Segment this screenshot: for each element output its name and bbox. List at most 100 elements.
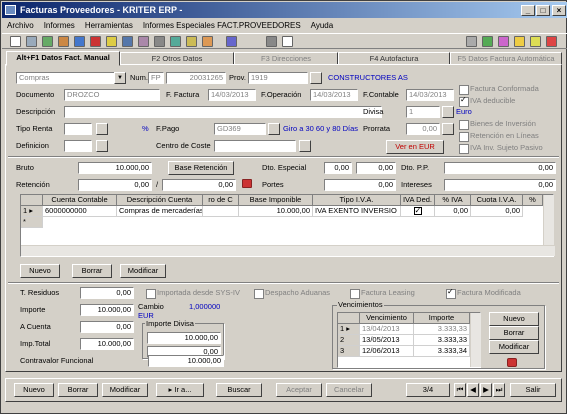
retencion-pct-field[interactable]: 0,00: [78, 179, 152, 191]
venc-row-indicator-1[interactable]: 1 ▸: [338, 324, 360, 335]
new-document-icon[interactable]: [10, 36, 21, 47]
buscar-button[interactable]: Buscar: [216, 383, 262, 397]
fpago-lookup-button[interactable]: [268, 123, 280, 135]
importada-sys-iv-checkbox[interactable]: Importada desde SYS-IV: [146, 288, 240, 299]
factura-conformada-checkbox[interactable]: Factura Conformada: [459, 84, 539, 95]
descripcion-field[interactable]: [64, 106, 382, 118]
col-descripcion-cuenta[interactable]: Descripción Cuenta: [117, 195, 203, 206]
paste-icon[interactable]: [170, 36, 181, 47]
ver-en-eur-button[interactable]: Ver en EUR: [386, 140, 444, 154]
col-cuenta-contable[interactable]: Cuenta Contable: [43, 195, 117, 206]
venc-row-indicator-2[interactable]: 2: [338, 335, 360, 346]
prov-lookup-button[interactable]: [310, 72, 322, 84]
col-tipo-iva[interactable]: Tipo I.V.A.: [313, 195, 401, 206]
num-value-field[interactable]: 20031265: [166, 72, 226, 84]
cell-iva-ded[interactable]: ✓: [401, 206, 435, 217]
venc-borrar-button[interactable]: Borrar: [489, 326, 539, 340]
aceptar-button[interactable]: Aceptar: [276, 383, 322, 397]
importe-field[interactable]: 10.000,00: [80, 304, 134, 316]
contable-date-field[interactable]: 14/03/2013: [406, 89, 454, 101]
cell-base-imponible[interactable]: 10.000,00: [239, 206, 313, 217]
col-ro-de-c[interactable]: ro de C: [203, 195, 239, 206]
nuevo-button[interactable]: Nuevo: [14, 383, 54, 397]
centro-coste-field[interactable]: [214, 140, 296, 152]
menu-informes-especiales[interactable]: Informes Especiales FACT.PROVEEDORES: [138, 18, 306, 33]
exit-icon[interactable]: [546, 36, 557, 47]
venc-fecha-1[interactable]: 13/04/2013: [360, 324, 414, 335]
tag-icon[interactable]: [202, 36, 213, 47]
prorrata-button[interactable]: [442, 123, 454, 135]
find-icon[interactable]: [186, 36, 197, 47]
factura-leasing-checkbox[interactable]: Factura Leasing: [350, 288, 415, 299]
lifebuoy-icon[interactable]: [242, 179, 252, 188]
approve-icon[interactable]: [482, 36, 493, 47]
col-base-imponible[interactable]: Base Imponible: [239, 195, 313, 206]
copy-icon[interactable]: [138, 36, 149, 47]
modificar-button[interactable]: Modificar: [102, 383, 148, 397]
bienes-inversion-checkbox[interactable]: Bienes de Inversión: [459, 119, 536, 130]
help-icon[interactable]: [514, 36, 525, 47]
first-record-icon[interactable]: ⏮: [454, 383, 466, 397]
menu-informes[interactable]: Informes: [39, 18, 80, 33]
report-icon[interactable]: [90, 36, 101, 47]
col-pct-iva[interactable]: % IVA: [435, 195, 471, 206]
venc-row-indicator-3[interactable]: 3: [338, 346, 360, 357]
tipo-select[interactable]: Compras: [16, 72, 126, 84]
col-iva-ded[interactable]: IVA Ded.: [401, 195, 435, 206]
vencimientos-scrollbar[interactable]: [470, 313, 481, 367]
maximize-button[interactable]: □: [536, 5, 550, 16]
factura-modificada-checkbox[interactable]: Factura Modificada: [446, 287, 521, 299]
info-icon[interactable]: [530, 36, 541, 47]
venc-importe-1[interactable]: 3.333,33: [414, 324, 470, 335]
settings-icon[interactable]: [466, 36, 477, 47]
divisa-lookup-button[interactable]: [442, 106, 454, 118]
divisa-field[interactable]: 1: [406, 106, 440, 118]
retencion-amount-field[interactable]: 0,00: [162, 179, 236, 191]
importe-divisa-field[interactable]: 10.000,00: [147, 332, 221, 344]
fpago-code-field[interactable]: GD369: [214, 123, 266, 135]
intereses-field[interactable]: 0,00: [444, 179, 556, 191]
retencion-lineas-checkbox[interactable]: Retención en Líneas: [459, 131, 539, 142]
dto-pp-field[interactable]: 0,00: [444, 162, 556, 174]
cancelar-button[interactable]: Cancelar: [326, 383, 372, 397]
ir-a-button[interactable]: ▸ Ir a...: [156, 383, 204, 397]
vencimientos-grid[interactable]: Vencimiento Importe 1 ▸ 13/04/2013 3.333…: [337, 312, 481, 368]
folder-icon[interactable]: [106, 36, 117, 47]
residuos-field[interactable]: 0,00: [80, 287, 134, 299]
bruto-field[interactable]: 10.000,00: [78, 162, 152, 174]
brush-icon[interactable]: [266, 36, 277, 47]
prov-code-field[interactable]: 1919: [248, 72, 308, 84]
refresh-icon[interactable]: [58, 36, 69, 47]
contravalor-field[interactable]: 10.000,00: [148, 355, 224, 367]
operacion-date-field[interactable]: 14/03/2013: [310, 89, 358, 101]
row-indicator[interactable]: 1 ▸: [21, 206, 43, 217]
venc-importe-3[interactable]: 3.333,34: [414, 346, 470, 357]
print-icon[interactable]: [26, 36, 37, 47]
col-vencimiento[interactable]: Vencimiento: [360, 313, 414, 324]
cell-cuota-iva[interactable]: 0,00: [471, 206, 523, 217]
cell-descripcion[interactable]: Compras de mercaderías: [117, 206, 203, 217]
col-pct[interactable]: %: [523, 195, 543, 206]
renta-lookup-button[interactable]: [96, 123, 108, 135]
base-retencion-button[interactable]: Base Retención: [168, 161, 234, 175]
venc-importe-2[interactable]: 3.333,33: [414, 335, 470, 346]
borrar-button[interactable]: Borrar: [58, 383, 98, 397]
page-icon[interactable]: [282, 36, 293, 47]
iva-inv-sujeto-pasivo-checkbox[interactable]: IVA Inv. Sujeto Pasivo: [459, 143, 543, 154]
money-bag-icon[interactable]: [507, 358, 517, 367]
centro-coste-lookup-button[interactable]: [299, 140, 311, 152]
menu-herramientas[interactable]: Herramientas: [80, 18, 138, 33]
venc-fecha-2[interactable]: 13/05/2013: [360, 335, 414, 346]
documento-field[interactable]: DROZCO: [64, 89, 160, 101]
lines-modificar-button[interactable]: Modificar: [120, 264, 166, 278]
menu-archivo[interactable]: Archivo: [2, 18, 39, 33]
cell-tipo-iva[interactable]: IVA EXENTO INVERSIO: [313, 206, 401, 217]
renta-field[interactable]: [64, 123, 92, 135]
cell-pct-iva[interactable]: 0,00: [435, 206, 471, 217]
venc-fecha-3[interactable]: 12/06/2013: [360, 346, 414, 357]
save-icon[interactable]: [74, 36, 85, 47]
last-record-icon[interactable]: ⏭: [493, 383, 505, 397]
col-cuota-iva[interactable]: Cuota I.V.A.: [471, 195, 523, 206]
num-prefix-field[interactable]: FP: [148, 72, 164, 84]
calendar-icon[interactable]: [226, 36, 237, 47]
